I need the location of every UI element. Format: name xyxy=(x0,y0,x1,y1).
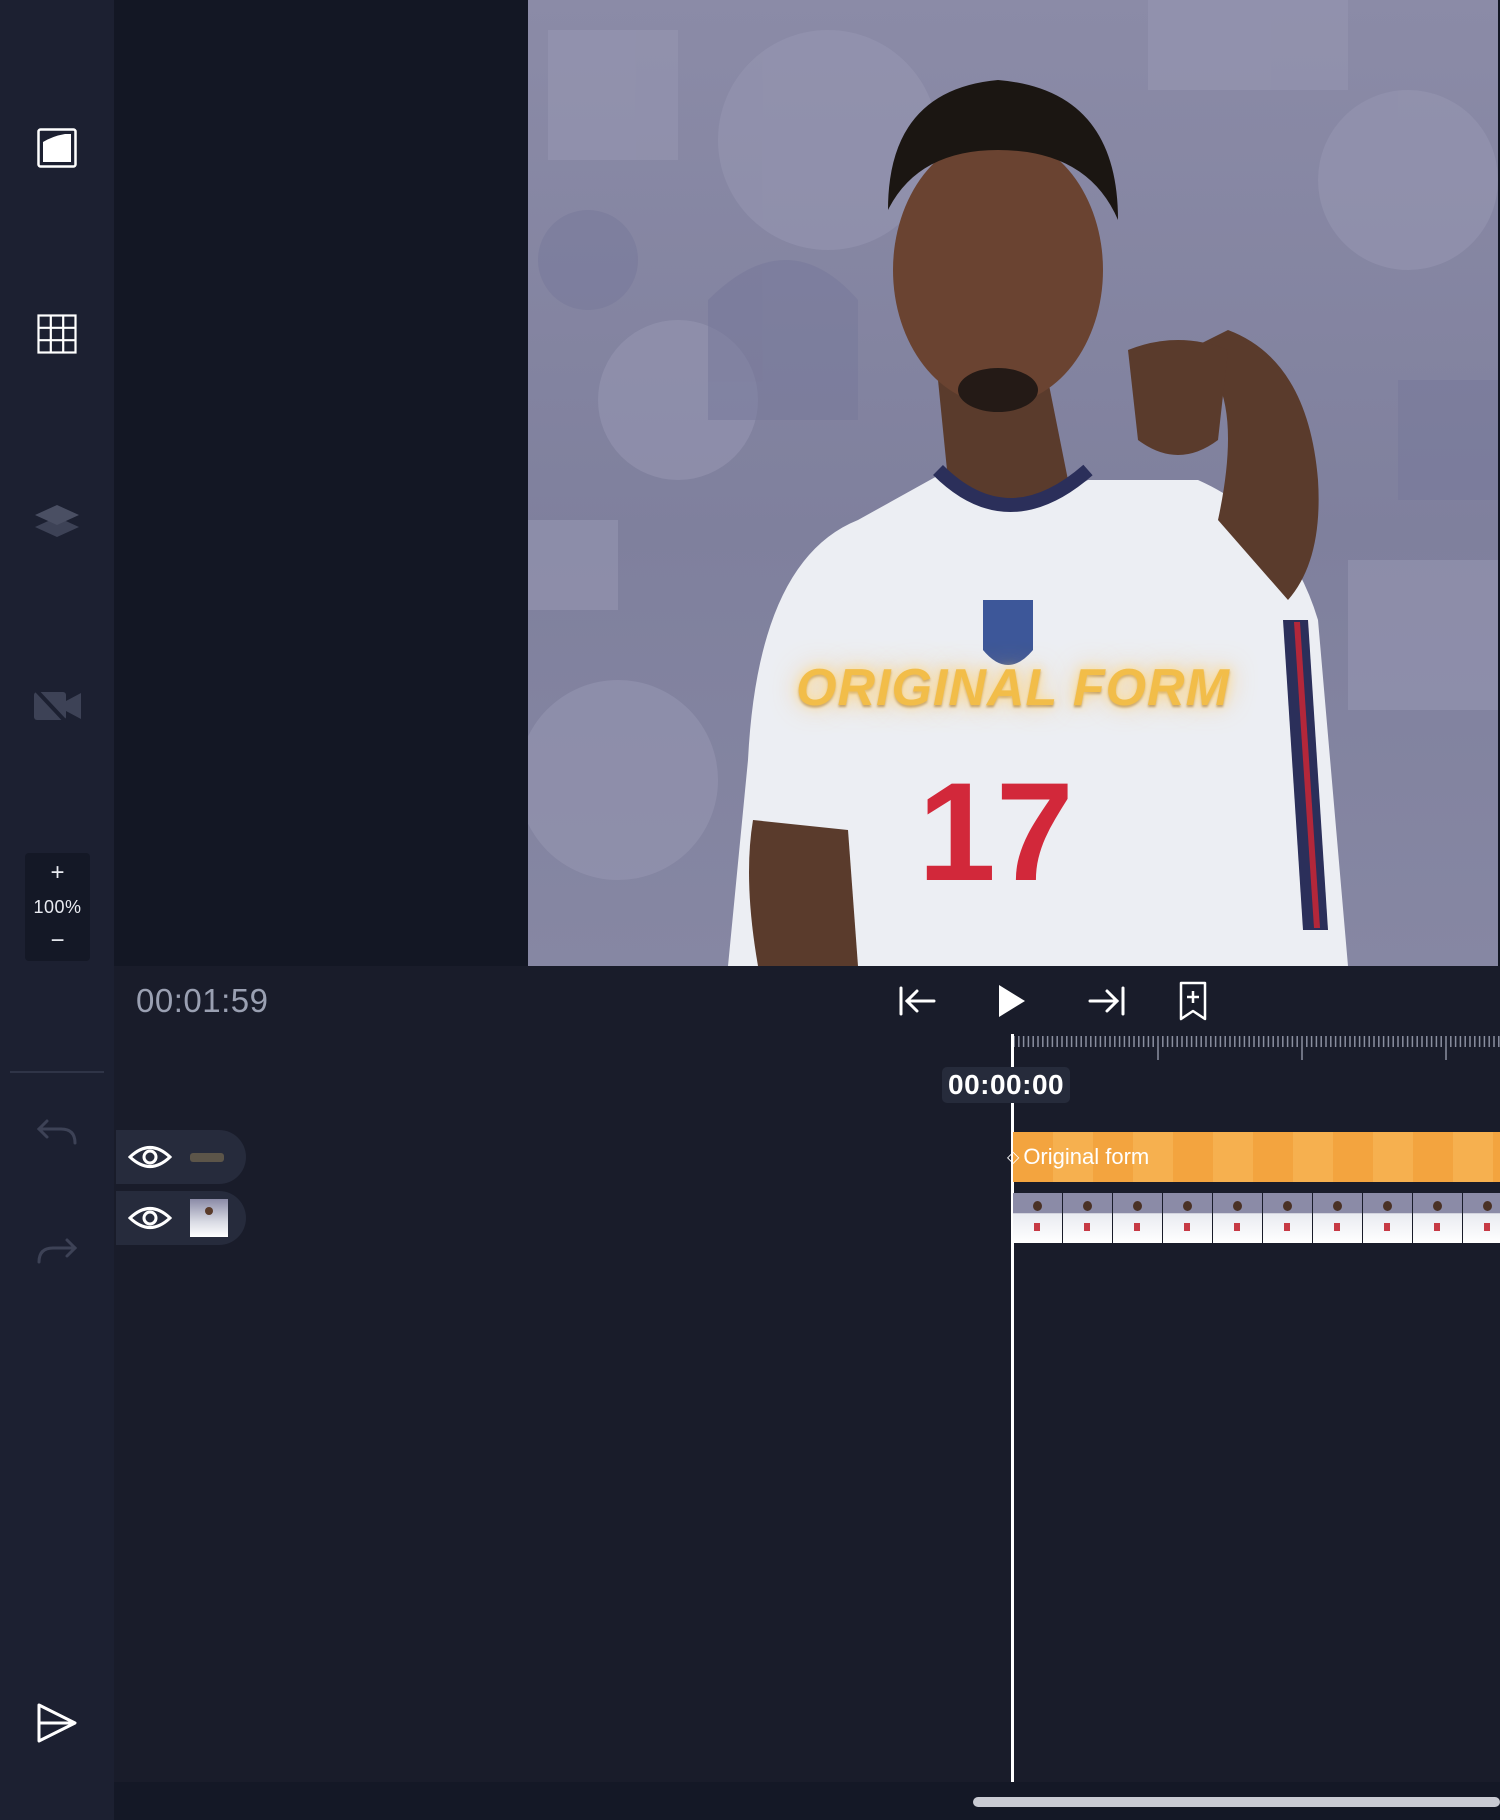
zoom-out-button[interactable]: − xyxy=(50,929,64,953)
sidebar-divider xyxy=(10,1071,104,1073)
eye-icon xyxy=(128,1146,172,1168)
film-frame xyxy=(1413,1193,1462,1243)
svg-text:17: 17 xyxy=(918,753,1074,910)
left-toolbar: + 100% − xyxy=(0,0,114,1820)
play-icon xyxy=(999,985,1025,1017)
layers-icon xyxy=(35,505,79,537)
undo-icon xyxy=(36,1119,77,1145)
timeline-ruler[interactable] xyxy=(1012,1034,1500,1064)
video-preview[interactable]: 17 ORIGINAL FORM xyxy=(528,0,1498,966)
aspect-ratio-icon xyxy=(37,128,77,168)
video-track-thumbnail xyxy=(190,1199,228,1237)
text-clip[interactable]: ◇ Original form xyxy=(1007,1132,1500,1182)
layers-button[interactable] xyxy=(22,485,92,555)
add-bookmark-button[interactable] xyxy=(1168,976,1218,1026)
zoom-in-button[interactable]: + xyxy=(50,861,64,885)
transport-bar xyxy=(114,966,1500,1036)
film-frame xyxy=(1313,1193,1362,1243)
video-clip[interactable] xyxy=(1013,1193,1500,1243)
film-frame xyxy=(1363,1193,1412,1243)
film-frame xyxy=(1013,1193,1062,1243)
redo-icon xyxy=(37,1238,78,1264)
text-track-control xyxy=(116,1130,246,1184)
film-frame xyxy=(1213,1193,1262,1243)
grid-icon xyxy=(37,314,77,354)
film-frame xyxy=(1463,1193,1500,1243)
player-photo-image: 17 xyxy=(528,0,1498,966)
zoom-level: 100% xyxy=(33,896,82,917)
export-icon xyxy=(37,1703,77,1743)
skip-to-start-button[interactable] xyxy=(892,976,942,1026)
play-button[interactable] xyxy=(986,976,1036,1026)
zoom-control: + 100% − xyxy=(25,853,90,961)
aspect-ratio-button[interactable] xyxy=(22,113,92,183)
film-frame xyxy=(1063,1193,1112,1243)
add-bookmark-icon xyxy=(1179,981,1207,1021)
keyframe-diamond-icon: ◇ xyxy=(1007,1149,1020,1166)
skip-to-start-icon xyxy=(899,986,936,1016)
film-frame xyxy=(1263,1193,1312,1243)
skip-to-end-icon xyxy=(1088,986,1125,1016)
film-frame xyxy=(1163,1193,1212,1243)
text-track-thumbnail xyxy=(190,1152,224,1162)
visibility-toggle[interactable] xyxy=(128,1142,172,1172)
skip-to-end-button[interactable] xyxy=(1082,976,1132,1026)
export-button[interactable] xyxy=(22,1688,92,1758)
text-clip-label: Original form xyxy=(1023,1144,1150,1169)
film-frame xyxy=(1113,1193,1162,1243)
preview-text-overlay[interactable]: ORIGINAL FORM xyxy=(528,658,1498,718)
camera-off-icon xyxy=(34,688,81,724)
total-duration: 00:01:59 xyxy=(136,982,269,1019)
grid-button[interactable] xyxy=(22,299,92,369)
undo-button[interactable] xyxy=(22,1098,92,1168)
playhead-time: 00:00:00 xyxy=(942,1067,1071,1103)
visibility-toggle[interactable] xyxy=(128,1203,172,1233)
redo-button[interactable] xyxy=(22,1215,92,1285)
camera-button[interactable] xyxy=(22,671,92,741)
horizontal-scrollbar[interactable] xyxy=(973,1797,1500,1807)
eye-icon xyxy=(128,1207,172,1229)
video-track-control xyxy=(116,1191,246,1245)
